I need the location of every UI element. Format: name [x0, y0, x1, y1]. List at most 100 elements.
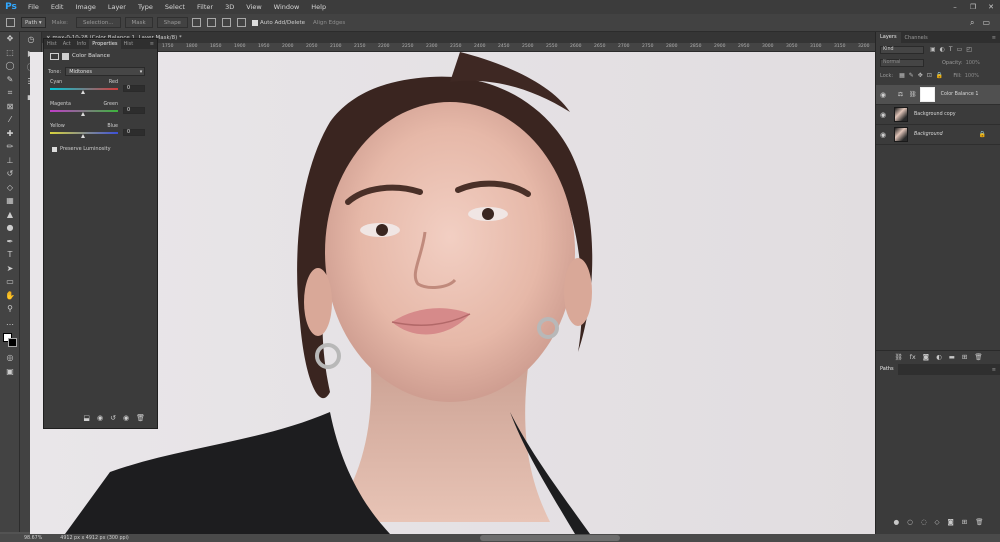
tab-properties[interactable]: Properties: [89, 39, 121, 49]
menu-window[interactable]: Window: [268, 3, 306, 11]
quick-select-tool-icon[interactable]: ✎: [0, 73, 20, 87]
layer-name[interactable]: Background: [914, 132, 943, 137]
magenta-green-slider[interactable]: Magenta Green 0: [50, 102, 146, 120]
menu-type[interactable]: Type: [132, 3, 159, 11]
shape-button[interactable]: Shape: [156, 17, 188, 28]
panel-menu-icon[interactable]: ≡: [988, 367, 1000, 373]
shape-tool-icon[interactable]: ▭: [0, 275, 20, 289]
view-previous-icon[interactable]: ◉: [97, 414, 103, 422]
menu-select[interactable]: Select: [159, 3, 191, 11]
adjustment-filter-icon[interactable]: ◐: [940, 46, 945, 53]
crop-tool-icon[interactable]: ⌗: [0, 86, 20, 100]
quick-mask-icon[interactable]: ◎: [0, 351, 20, 365]
slider-thumb[interactable]: [81, 134, 85, 138]
layer-name[interactable]: Background copy: [914, 112, 956, 117]
eye-icon[interactable]: ◉: [876, 91, 890, 99]
chain-icon[interactable]: ⛓: [909, 91, 917, 98]
add-mask-icon[interactable]: ◙: [947, 518, 953, 526]
trash-icon[interactable]: 🗑: [136, 414, 145, 422]
link-layers-icon[interactable]: ⛓: [894, 353, 902, 361]
slider-value-field[interactable]: 0: [123, 85, 145, 92]
history-panel-icon[interactable]: ◷: [20, 32, 42, 46]
menu-help[interactable]: Help: [305, 3, 332, 11]
new-path-icon[interactable]: ⊞: [962, 518, 967, 526]
reset-icon[interactable]: ↺: [110, 414, 116, 422]
workspace-icon[interactable]: ▭: [982, 18, 990, 27]
slider-thumb[interactable]: [81, 112, 85, 116]
new-layer-icon[interactable]: ⊞: [962, 353, 967, 361]
move-tool-icon[interactable]: ✥: [0, 32, 20, 46]
slider-value-field[interactable]: 0: [123, 107, 145, 114]
blur-tool-icon[interactable]: ▲: [0, 208, 20, 222]
menu-3d[interactable]: 3D: [219, 3, 240, 11]
visibility-eye-icon[interactable]: ◉: [123, 414, 129, 422]
panel-menu-icon[interactable]: ≡: [988, 35, 1000, 41]
kind-filter-select[interactable]: Kind: [880, 45, 924, 54]
type-tool-icon[interactable]: T: [0, 248, 20, 262]
zoom-level[interactable]: 98.67%: [24, 536, 42, 541]
screen-mode-icon[interactable]: ▣: [0, 365, 20, 379]
brush-tool-icon[interactable]: ✏: [0, 140, 20, 154]
more-tools-icon[interactable]: …: [0, 316, 20, 330]
layer-mask-icon[interactable]: [62, 52, 69, 60]
search-icon[interactable]: ⌕: [970, 18, 974, 28]
color-swatches-icon[interactable]: [0, 329, 20, 351]
path-selection-tool-icon[interactable]: ➤: [0, 262, 20, 276]
path-arrangement-icon[interactable]: [221, 18, 231, 27]
cyan-red-slider[interactable]: Cyan Red 0: [50, 80, 146, 98]
yellow-blue-slider[interactable]: Yellow Blue 0: [50, 124, 146, 142]
tab-paths[interactable]: Paths: [876, 364, 898, 375]
minimize-button[interactable]: –: [946, 3, 964, 11]
selection-button[interactable]: Selection...: [75, 17, 121, 28]
clone-stamp-tool-icon[interactable]: ⊥: [0, 154, 20, 168]
mask-button[interactable]: Mask: [124, 17, 153, 28]
load-selection-icon[interactable]: ◌: [921, 518, 927, 526]
tone-select[interactable]: Midtones ▾: [65, 67, 146, 76]
zoom-tool-icon[interactable]: ⚲: [0, 302, 20, 316]
layer-name[interactable]: Color Balance 1: [941, 92, 979, 97]
layer-row-background[interactable]: ◉ Background 🔒: [876, 125, 1000, 145]
pixel-filter-icon[interactable]: ▣: [930, 46, 936, 53]
lasso-tool-icon[interactable]: ◯: [0, 59, 20, 73]
trash-icon[interactable]: 🗑: [974, 353, 982, 361]
gear-icon[interactable]: [236, 18, 246, 27]
add-mask-icon[interactable]: ◙: [923, 353, 929, 361]
smart-object-filter-icon[interactable]: ◰: [966, 46, 972, 53]
history-brush-tool-icon[interactable]: ↺: [0, 167, 20, 181]
eraser-tool-icon[interactable]: ◇: [0, 181, 20, 195]
restore-button[interactable]: ❐: [964, 3, 982, 11]
type-filter-icon[interactable]: T: [949, 46, 953, 53]
trash-icon[interactable]: 🗑: [975, 518, 983, 526]
tab-histogram[interactable]: Hist: [121, 41, 137, 47]
lock-artboard-icon[interactable]: ⊡: [927, 72, 932, 79]
layer-style-icon[interactable]: fx: [910, 353, 916, 361]
document-info[interactable]: 4912 px x 4912 px (300 ppi): [60, 536, 129, 541]
eye-icon[interactable]: ◉: [876, 111, 890, 119]
frame-tool-icon[interactable]: ⊠: [0, 100, 20, 114]
path-alignment-icon[interactable]: [206, 18, 216, 27]
tab-info[interactable]: Info: [74, 41, 89, 47]
fill-value[interactable]: 100%: [965, 73, 979, 79]
pen-tool-icon[interactable]: ✒: [0, 235, 20, 249]
preserve-luminosity-row[interactable]: Preserve Luminosity: [52, 146, 157, 152]
lock-pixels-icon[interactable]: ✎: [909, 72, 914, 79]
new-adjustment-icon[interactable]: ◐: [936, 353, 942, 361]
lock-all-icon[interactable]: 🔒: [936, 72, 943, 79]
hand-tool-icon[interactable]: ✋: [0, 289, 20, 303]
tab-actions[interactable]: Act: [60, 41, 74, 47]
pen-tool-icon[interactable]: [6, 18, 15, 27]
stroke-path-icon[interactable]: ○: [907, 518, 913, 526]
eyedropper-tool-icon[interactable]: ⁄: [0, 113, 20, 127]
layer-mask-thumbnail[interactable]: [919, 87, 935, 102]
tab-channels[interactable]: Channels: [901, 35, 932, 41]
menu-image[interactable]: Image: [69, 3, 101, 11]
opacity-value[interactable]: 100%: [966, 60, 980, 66]
layer-row-color-balance[interactable]: ◉ ⚖ ⛓ Color Balance 1: [876, 85, 1000, 105]
menu-filter[interactable]: Filter: [191, 3, 219, 11]
layer-row-background-copy[interactable]: ◉ Background copy: [876, 105, 1000, 125]
menu-view[interactable]: View: [240, 3, 267, 11]
tab-history[interactable]: Hist: [44, 41, 60, 47]
blend-mode-select[interactable]: Normal: [880, 58, 924, 67]
slider-value-field[interactable]: 0: [123, 129, 145, 136]
preserve-luminosity-checkbox[interactable]: [52, 146, 57, 152]
